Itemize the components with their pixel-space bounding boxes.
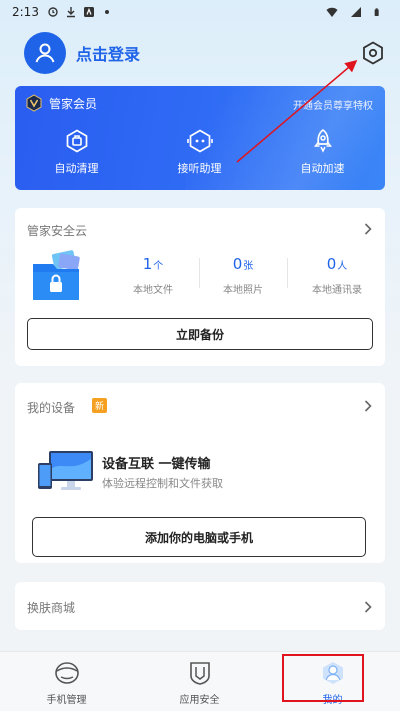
- stat-local-files[interactable]: 1个 本地文件: [108, 254, 198, 296]
- vip-feature-call-assistant[interactable]: 接听助理: [138, 128, 261, 176]
- stat-value: 0: [326, 255, 337, 273]
- login-row[interactable]: 点击登录: [24, 30, 140, 76]
- device-title: 我的设备: [27, 401, 76, 415]
- stat-value: 1: [142, 255, 153, 273]
- tab-label: 手机管理: [46, 695, 87, 706]
- rocket-icon: [313, 128, 332, 153]
- vip-promo-link[interactable]: 开通会员尊享特权: [293, 97, 373, 112]
- tab-label: 应用安全: [179, 695, 220, 706]
- stat-label: 本地文件: [133, 285, 173, 296]
- download-icon: [66, 7, 75, 18]
- stat-unit: 个: [153, 261, 164, 272]
- app-icon: [83, 7, 94, 17]
- vip-feature-auto-boost[interactable]: 自动加速: [261, 128, 384, 176]
- stat-local-contacts[interactable]: 0人 本地通讯录: [292, 254, 382, 296]
- device-headline: 设备互联 一键传输: [102, 457, 211, 472]
- stat-divider: [287, 258, 288, 288]
- device-subtitle: 体验远程控制和文件获取: [102, 477, 223, 490]
- dot-icon: [104, 10, 109, 14]
- devices-illustration-icon: [38, 451, 93, 490]
- status-bar: 2:13: [0, 0, 400, 24]
- user-icon: [35, 43, 55, 63]
- stat-label: 本地通讯录: [312, 285, 362, 296]
- status-time: 2:13: [12, 5, 39, 19]
- cloud-folder-icon: [33, 250, 80, 300]
- stat-unit: 张: [243, 261, 254, 272]
- security-cloud-card[interactable]: 管家安全云 1个 本地文件 0张 本地照片 0人 本地通讯录 立即备份: [15, 208, 385, 366]
- login-label[interactable]: 点击登录: [76, 41, 140, 65]
- phone-manager-icon: [54, 662, 79, 684]
- backup-now-button[interactable]: 立即备份: [27, 318, 373, 350]
- signal-icon: [351, 7, 361, 17]
- battery-icon: [374, 8, 379, 16]
- vip-feature-auto-clean[interactable]: 自动清理: [15, 128, 138, 176]
- shield-icon: [189, 662, 210, 685]
- vip-feature-label: 自动加速: [300, 162, 345, 175]
- vip-title: 管家会员: [49, 96, 98, 111]
- vip-card[interactable]: 管家会员 开通会员尊享特权 自动清理 接听助理 自动加速: [15, 86, 385, 190]
- chevron-right-icon[interactable]: [363, 222, 373, 236]
- stat-local-photos[interactable]: 0张 本地照片: [198, 254, 288, 296]
- broom-icon: [66, 129, 87, 153]
- stat-label: 本地照片: [223, 285, 263, 296]
- chevron-right-icon[interactable]: [363, 399, 373, 413]
- gear-icon[interactable]: [360, 40, 386, 66]
- new-badge: 新: [92, 398, 108, 413]
- skin-store-card[interactable]: 换肤商城: [15, 582, 385, 630]
- tab-phone-manager[interactable]: 手机管理: [0, 652, 133, 711]
- vip-features: 自动清理 接听助理 自动加速: [15, 128, 385, 176]
- vip-badge-icon: [26, 94, 42, 112]
- avatar[interactable]: [24, 32, 66, 74]
- my-devices-card[interactable]: 我的设备 新 设备互联 一键传输 体验远程控制和文件获取 添加你的电脑或手机: [15, 383, 385, 563]
- skin-title: 换肤商城: [27, 601, 76, 615]
- wifi-icon: [326, 7, 338, 17]
- vip-title-row: 管家会员: [25, 94, 97, 112]
- cloud-title: 管家安全云: [27, 224, 88, 238]
- stat-unit: 人: [337, 261, 348, 272]
- robot-icon: [186, 129, 213, 153]
- alarm-icon: [48, 7, 58, 17]
- stat-value: 0: [232, 255, 243, 273]
- tab-app-security[interactable]: 应用安全: [133, 652, 266, 711]
- chevron-right-icon[interactable]: [363, 600, 373, 614]
- annotation-highlight-box: [282, 654, 364, 702]
- add-device-button[interactable]: 添加你的电脑或手机: [32, 517, 366, 557]
- vip-feature-label: 自动清理: [54, 162, 99, 175]
- vip-feature-label: 接听助理: [177, 162, 222, 175]
